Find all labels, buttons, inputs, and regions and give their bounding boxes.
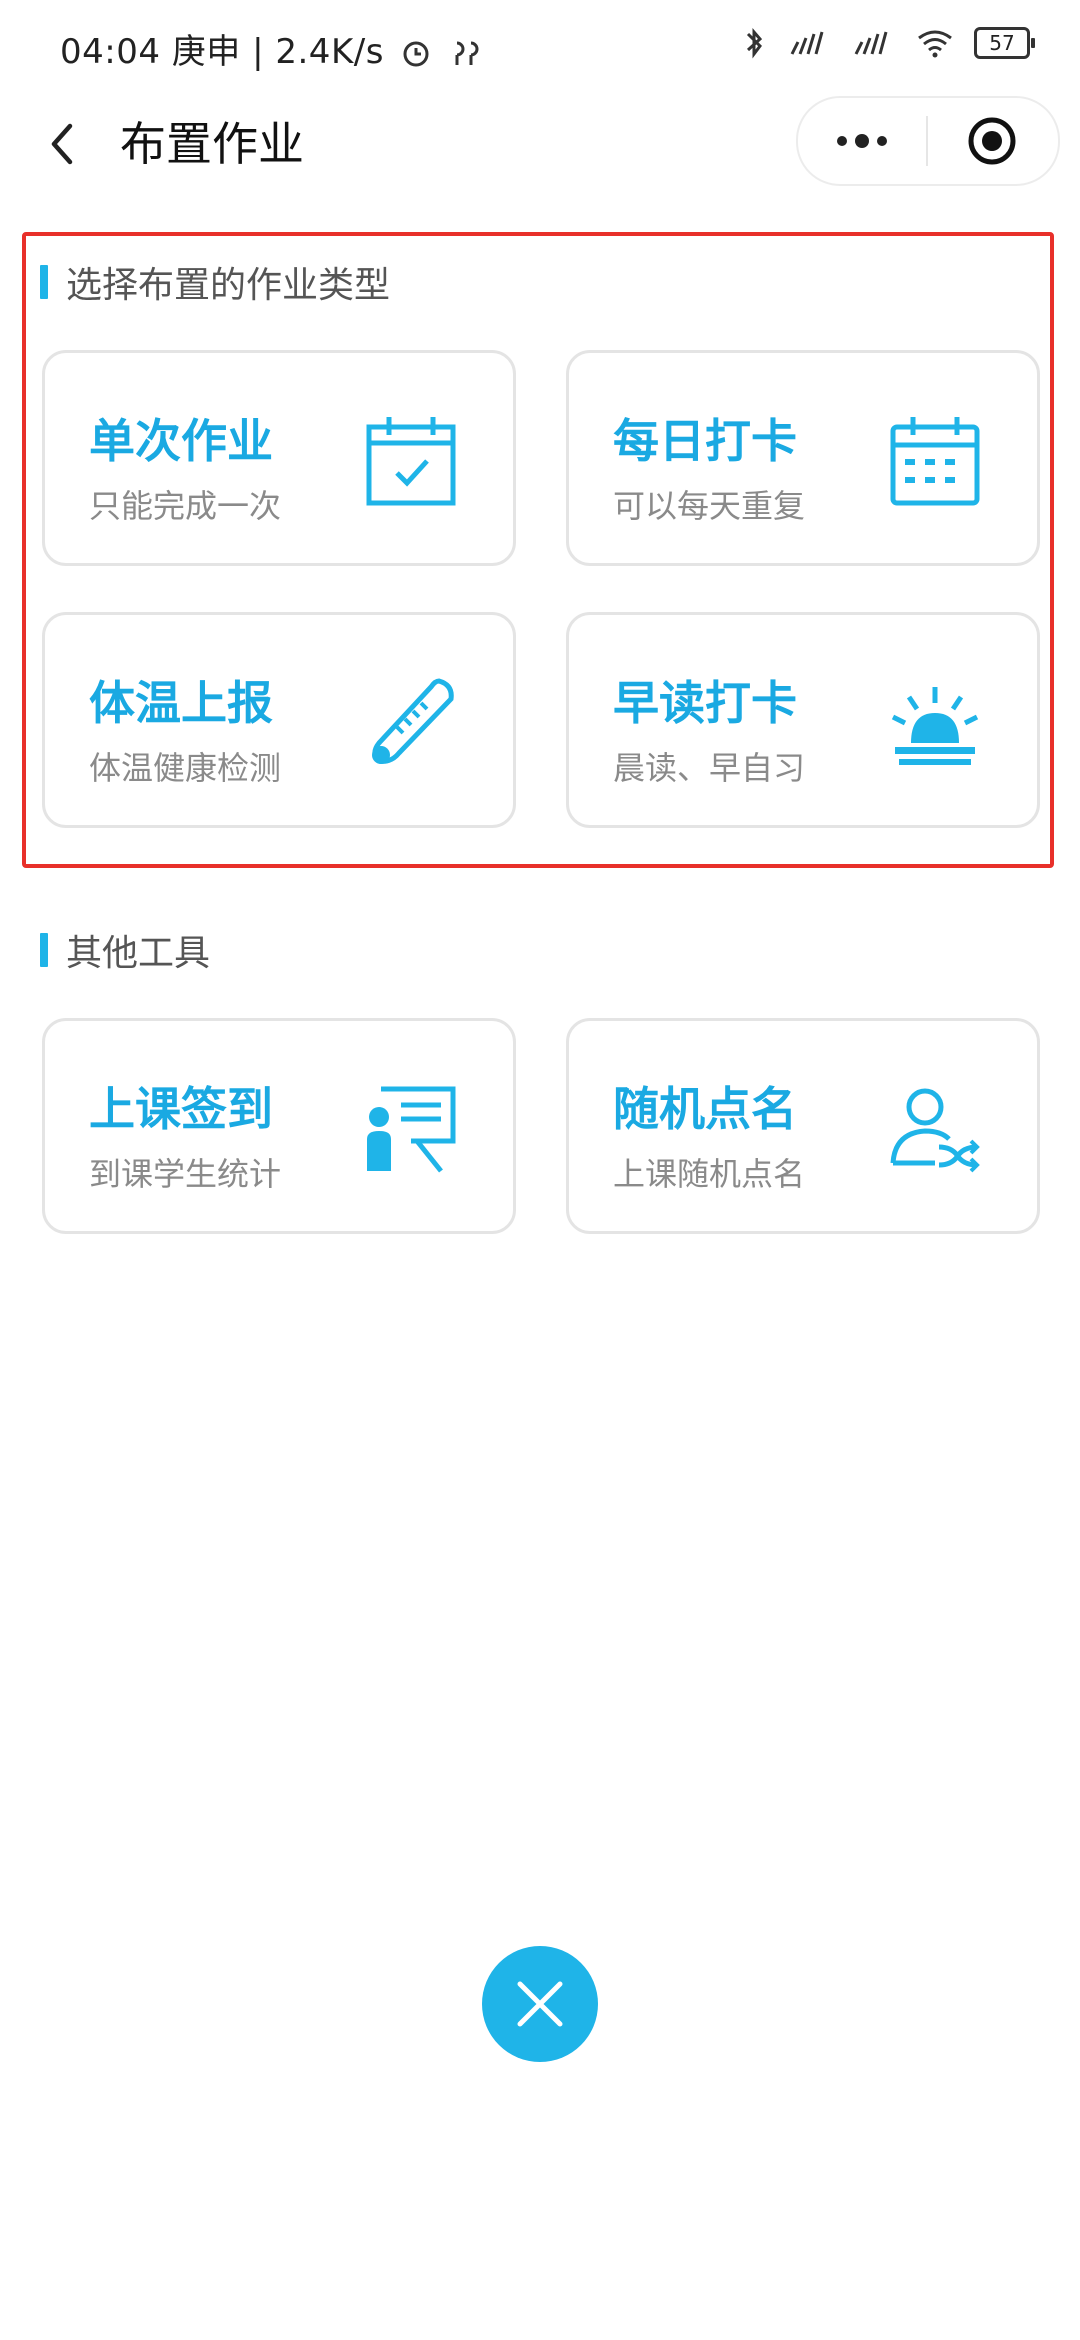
- calendar-grid-icon: [890, 417, 980, 506]
- card-title: 单次作业: [89, 414, 273, 468]
- more-dots-icon: [837, 134, 887, 148]
- card-subtitle: 到课学生统计: [89, 1155, 282, 1193]
- card-title: 随机点名: [613, 1082, 797, 1136]
- card-daily-checkin[interactable]: 每日打卡 可以每天重复: [566, 350, 1040, 566]
- status-time: 04:04: [60, 32, 161, 72]
- user-shuffle-icon: [890, 1088, 980, 1173]
- card-morning-reading[interactable]: 早读打卡 晨读、早自习: [566, 612, 1040, 828]
- thermometer-icon: [372, 678, 454, 764]
- bluetooth-icon: [746, 27, 763, 59]
- page-title: 布置作业: [120, 117, 304, 171]
- status-bar: 04:04 庚申 | 2.4K/s 57: [0, 0, 1080, 96]
- card-subtitle: 体温健康检测: [89, 749, 282, 787]
- section-title-text: 选择布置的作业类型: [66, 265, 391, 306]
- status-left: 04:04 庚申 | 2.4K/s: [60, 24, 483, 73]
- section-title-homework: 选择布置的作业类型: [40, 256, 390, 308]
- nav-bar: 布置作业: [0, 96, 1080, 192]
- exit-button[interactable]: [928, 98, 1056, 184]
- card-single-homework[interactable]: 单次作业 只能完成一次: [42, 350, 516, 566]
- alarm-clock-icon: [403, 41, 429, 66]
- mini-program-capsule: [796, 96, 1060, 186]
- battery-indicator: 57: [974, 27, 1035, 59]
- card-random-rollcall[interactable]: 随机点名 上课随机点名: [566, 1018, 1040, 1234]
- status-extra: 庚申 | 2.4K/s: [171, 32, 384, 72]
- card-subtitle: 上课随机点名: [613, 1155, 806, 1193]
- target-circle-icon: [968, 117, 1016, 165]
- card-subtitle: 可以每天重复: [613, 487, 806, 525]
- wifi-icon: [918, 30, 952, 58]
- card-temperature-report[interactable]: 体温上报 体温健康检测: [42, 612, 516, 828]
- card-subtitle: 只能完成一次: [89, 487, 282, 525]
- close-button[interactable]: [482, 1946, 598, 2062]
- section-title-text: 其他工具: [66, 933, 211, 974]
- card-title: 体温上报: [89, 676, 273, 730]
- notification-icon: [455, 41, 479, 65]
- card-title: 每日打卡: [613, 414, 797, 468]
- status-right: 57: [742, 26, 1035, 60]
- calendar-check-icon: [366, 417, 456, 506]
- card-title: 上课签到: [89, 1082, 273, 1136]
- presentation-board-icon: [367, 1086, 456, 1173]
- card-title: 早读打卡: [613, 676, 797, 730]
- sunrise-icon: [891, 687, 979, 765]
- signal-2-icon: [854, 31, 888, 55]
- more-button[interactable]: [798, 98, 926, 184]
- chevron-left-icon: [51, 123, 73, 165]
- signal-1-icon: [790, 31, 824, 55]
- card-subtitle: 晨读、早自习: [613, 749, 806, 787]
- close-icon: [517, 1981, 563, 2027]
- back-button[interactable]: [36, 114, 96, 174]
- section-accent-bar: [40, 933, 48, 967]
- section-title-tools: 其他工具: [40, 924, 210, 976]
- section-accent-bar: [40, 265, 48, 299]
- card-class-signin[interactable]: 上课签到 到课学生统计: [42, 1018, 516, 1234]
